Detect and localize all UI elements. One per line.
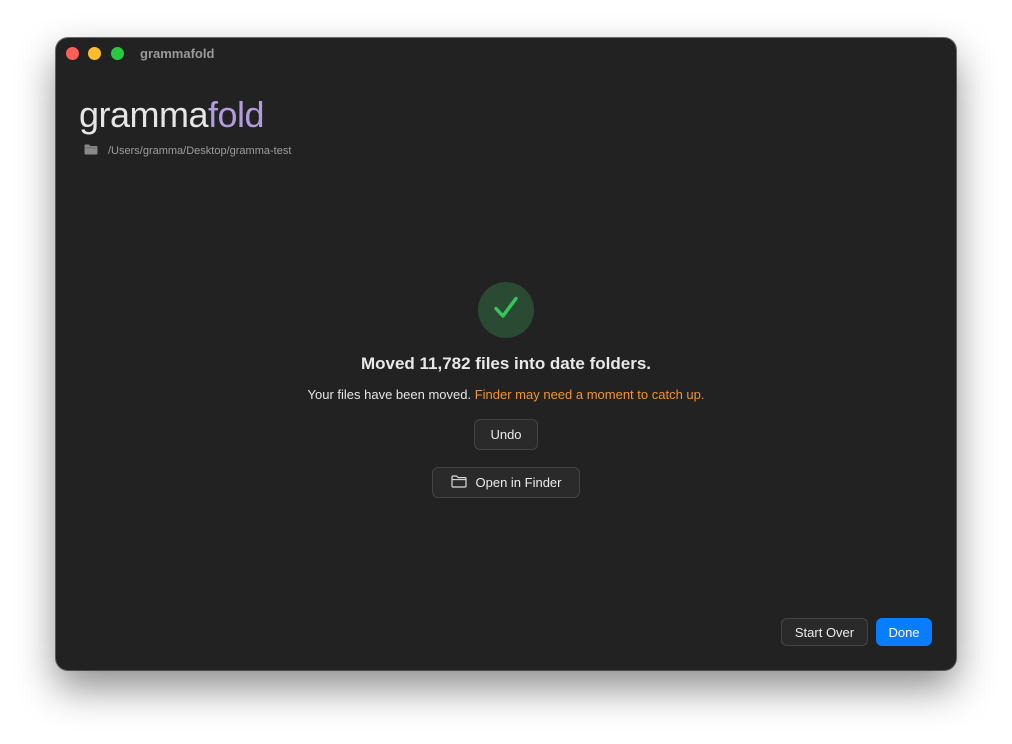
app-logo: grammafold <box>79 93 265 137</box>
zoom-window-button[interactable] <box>111 47 124 60</box>
undo-button-label: Undo <box>490 427 522 442</box>
result-message-text: Your files have been moved. <box>307 387 472 402</box>
success-badge <box>478 282 534 338</box>
folder-path: /Users/gramma/Desktop/gramma-test <box>84 142 291 160</box>
title-bar[interactable]: grammafold <box>56 38 956 70</box>
close-window-button[interactable] <box>66 47 79 60</box>
checkmark-icon <box>491 293 521 328</box>
open-in-finder-label: Open in Finder <box>475 475 562 490</box>
folder-outline-icon <box>450 474 467 491</box>
folder-path-text: /Users/gramma/Desktop/gramma-test <box>108 145 292 157</box>
window-title: grammafold <box>140 46 215 61</box>
app-window: grammafold grammafold /Users/gramma/Desk… <box>56 38 956 670</box>
done-label: Done <box>888 624 920 640</box>
done-button[interactable]: Done <box>876 618 932 646</box>
result-headline: Moved 11,782 files into date folders. <box>360 354 652 373</box>
minimize-window-button[interactable] <box>88 47 101 60</box>
undo-button[interactable]: Undo <box>474 419 538 450</box>
folder-icon <box>84 142 98 160</box>
open-in-finder-button[interactable]: Open in Finder <box>432 467 580 498</box>
result-message: Your files have been moved. Finder may n… <box>56 387 956 402</box>
logo-text-fold: fold <box>208 94 265 135</box>
start-over-label: Start Over <box>794 624 855 640</box>
start-over-button[interactable]: Start Over <box>781 618 868 646</box>
finder-warning-text: Finder may need a moment to catch up. <box>474 387 705 402</box>
logo-text-gramma: gramma <box>79 94 209 135</box>
